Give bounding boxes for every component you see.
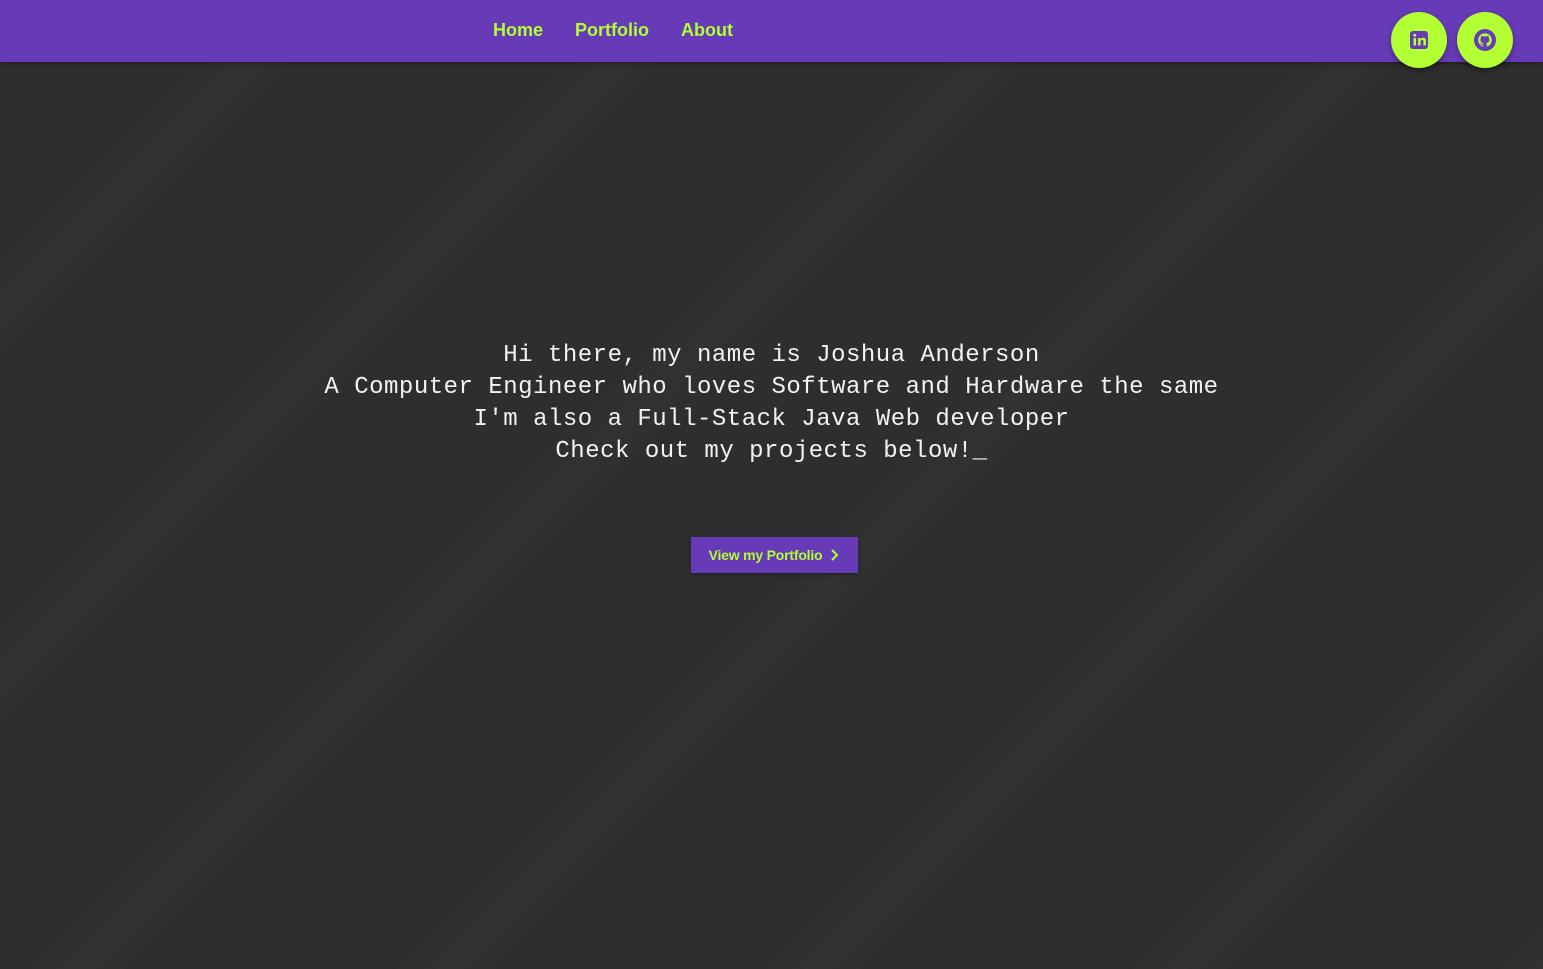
nav-link-portfolio[interactable]: Portfolio: [559, 20, 665, 41]
github-icon: [1473, 28, 1497, 52]
github-button[interactable]: [1457, 12, 1513, 68]
hero-intro-text: Hi there, my name is Joshua Anderson A C…: [0, 340, 1543, 468]
hero-line-cta: Check out my projects below!_: [0, 436, 1543, 468]
linkedin-icon: [1409, 30, 1429, 50]
chevron-right-icon: [830, 549, 840, 561]
typing-cursor: _: [972, 438, 988, 465]
top-navbar: Home Portfolio About: [0, 0, 1543, 62]
view-portfolio-label: View my Portfolio: [708, 547, 823, 563]
background-pattern: [0, 0, 1543, 969]
nav-link-home[interactable]: Home: [477, 20, 559, 41]
hero-line-greeting: Hi there, my name is Joshua Anderson: [503, 342, 1040, 369]
nav-link-about[interactable]: About: [665, 20, 749, 41]
nav-links: Home Portfolio About: [477, 0, 749, 60]
hero-line-cta-text: Check out my projects below!: [555, 438, 973, 465]
linkedin-button[interactable]: [1391, 12, 1447, 68]
hero-line-role: A Computer Engineer who loves Software a…: [324, 374, 1219, 401]
view-portfolio-button[interactable]: View my Portfolio: [691, 537, 858, 573]
hero-line-stack: I'm also a Full-Stack Java Web developer: [473, 406, 1070, 433]
